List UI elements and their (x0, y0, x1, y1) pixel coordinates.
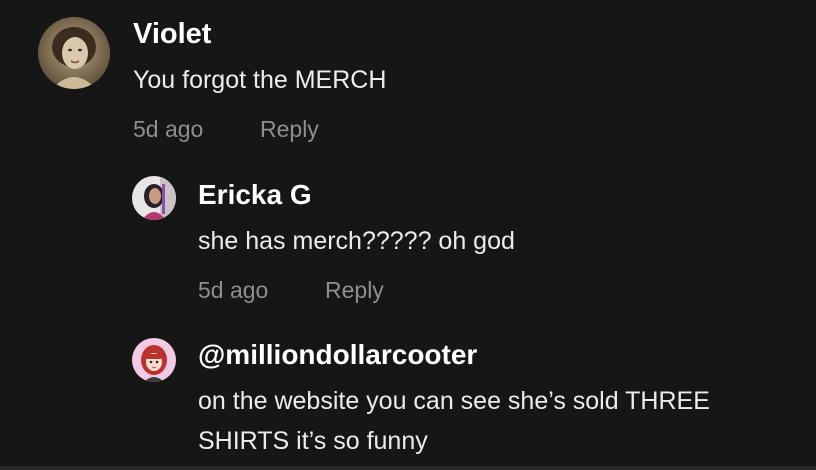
username[interactable]: Ericka G (198, 179, 312, 211)
username[interactable]: Violet (133, 18, 211, 51)
comment-text: on the website you can see she’s sold TH… (198, 387, 710, 455)
username[interactable]: @milliondollarcooter (198, 339, 477, 371)
vintage-portrait-avatar-icon (38, 17, 110, 89)
cartoon-redhead-avatar-icon (132, 338, 176, 382)
reply-button[interactable]: Reply (260, 116, 319, 143)
photo-avatar-icon (132, 176, 176, 220)
comment-text: she has merch????? oh god (198, 227, 515, 255)
user-avatar[interactable] (38, 17, 110, 89)
timestamp: 5d ago (133, 116, 204, 142)
divider (0, 466, 816, 470)
reply-button[interactable]: Reply (325, 277, 384, 304)
timestamp: 5d ago (198, 277, 269, 303)
comment-text: You forgot the MERCH (133, 66, 387, 94)
user-avatar[interactable] (132, 176, 176, 220)
user-avatar[interactable] (132, 338, 176, 382)
